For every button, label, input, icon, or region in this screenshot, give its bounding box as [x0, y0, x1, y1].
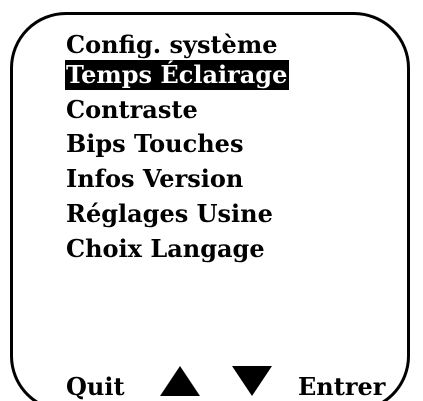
menu-item-reglages-usine[interactable]: Réglages Usine: [66, 199, 273, 229]
device-screen: Config. système Temps Éclairage Contrast…: [0, 0, 423, 401]
triangle-down-icon[interactable]: [232, 366, 272, 396]
enter-button[interactable]: Entrer: [298, 372, 385, 401]
menu-item-temps-eclairage[interactable]: Temps Éclairage: [65, 60, 290, 90]
menu-item-choix-langage[interactable]: Choix Langage: [66, 234, 265, 264]
quit-button[interactable]: Quit: [66, 372, 125, 401]
triangle-up-icon[interactable]: [160, 366, 200, 396]
menu-item-contraste[interactable]: Contraste: [66, 95, 198, 125]
menu-item-bips-touches[interactable]: Bips Touches: [66, 129, 243, 159]
menu-title: Config. système: [66, 30, 278, 59]
menu-item-infos-version[interactable]: Infos Version: [66, 164, 243, 194]
